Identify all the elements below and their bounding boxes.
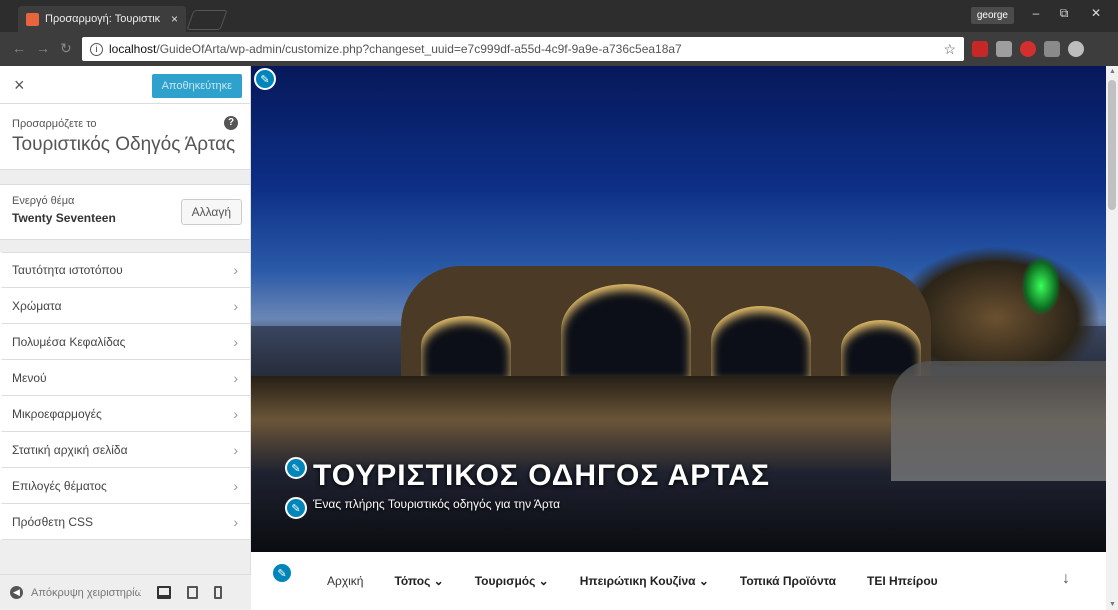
back-icon[interactable]: ← bbox=[12, 40, 26, 56]
edit-menu-pencil-icon[interactable]: ✎ bbox=[271, 562, 293, 584]
extension-red-icon[interactable] bbox=[972, 41, 988, 57]
chevron-right-icon: › bbox=[233, 369, 238, 386]
browser-toolbar: ← → ↻ i localhost/GuideOfArta/wp-admin/c… bbox=[0, 32, 1118, 66]
chevron-right-icon: › bbox=[233, 262, 238, 278]
panel-label: Στατική αρχική σελίδα bbox=[12, 442, 128, 457]
hide-controls-button[interactable]: Απόκρυψη χειριστηρίων bbox=[31, 587, 141, 599]
menu-item-tourism[interactable]: Τουρισμός ⌄ bbox=[475, 574, 549, 588]
active-theme-section: Ενεργό θέμα Twenty Seventeen Αλλαγή bbox=[0, 184, 250, 240]
site-info-icon[interactable]: i bbox=[90, 42, 103, 56]
panel-label: Επιλογές θέματος bbox=[12, 478, 107, 493]
change-theme-button[interactable]: Αλλαγή bbox=[180, 199, 242, 225]
bookmark-star-icon[interactable]: ☆ bbox=[943, 41, 956, 58]
arta-bridge bbox=[401, 266, 931, 376]
panel-colors[interactable]: Χρώματα › bbox=[0, 288, 250, 324]
tablet-preview-icon[interactable] bbox=[187, 586, 198, 599]
site-title[interactable]: ΤΟΥΡΙΣΤΙΚΟΣ ΟΔΗΓΟΣ ΑΡΤΑΣ bbox=[313, 459, 770, 493]
chevron-right-icon: › bbox=[233, 333, 238, 350]
menu-item-tei-epirus[interactable]: ΤΕΙ Ηπείρου bbox=[867, 574, 938, 588]
extension-puzzle-icon[interactable] bbox=[1044, 41, 1060, 57]
extension-cloud-icon[interactable] bbox=[1068, 41, 1084, 57]
restore-button[interactable]: ⧉ bbox=[1050, 4, 1078, 22]
site-name: Τουριστικός Οδηγός Άρτας bbox=[12, 134, 236, 155]
chevron-right-icon: › bbox=[233, 477, 238, 494]
menu-item-home[interactable]: Αρχική bbox=[327, 574, 363, 588]
menu-item-place[interactable]: Τόπος ⌄ bbox=[394, 574, 443, 588]
desktop-preview-icon[interactable] bbox=[157, 586, 171, 599]
panel-label: Πολυμέσα Κεφαλίδας bbox=[12, 334, 126, 349]
header-image: ✎ ✎ ✎ ΤΟΥΡΙΣΤΙΚΟΣ ΟΔΗΓΟΣ ΑΡΤΑΣ Ένας πλήρ… bbox=[251, 66, 1106, 552]
mobile-preview-icon[interactable] bbox=[214, 586, 222, 599]
panel-theme-options[interactable]: Επιλογές θέματος › bbox=[0, 468, 250, 504]
reload-icon[interactable]: ↻ bbox=[60, 40, 72, 57]
address-bar[interactable]: i localhost/GuideOfArta/wp-admin/customi… bbox=[82, 37, 964, 61]
site-favicon-icon bbox=[26, 12, 39, 26]
panel-label: Μικροεφαρμογές bbox=[12, 406, 102, 421]
collapse-sidebar-icon[interactable]: ◀ bbox=[10, 586, 23, 599]
site-preview: ✎ ✎ ✎ ΤΟΥΡΙΣΤΙΚΟΣ ΟΔΗΓΟΣ ΑΡΤΑΣ Ένας πλήρ… bbox=[251, 66, 1106, 610]
browser-titlebar: Προσαρμογή: Τουριστικ × george – ⧉ ✕ bbox=[0, 0, 1118, 32]
customizer-panel-list: Ταυτότητα ιστοτόπου › Χρώματα › Πολυμέσα Κ… bbox=[0, 252, 250, 540]
customizer-header: × Αποθηκεύτηκε bbox=[0, 66, 250, 104]
panel-static-front-page[interactable]: Στατική αρχική σελίδα › bbox=[0, 432, 250, 468]
panel-label: Πρόσθετη CSS bbox=[12, 514, 94, 529]
profile-button[interactable]: george bbox=[970, 7, 1014, 24]
help-icon[interactable]: ? bbox=[224, 116, 238, 130]
menu-item-local-products[interactable]: Τοπικά Προϊόντα bbox=[740, 574, 836, 588]
customizer-footer: ◀ Απόκρυψη χειριστηρίων bbox=[0, 574, 251, 610]
close-icon[interactable]: × bbox=[14, 75, 25, 96]
window-close-button[interactable]: ✕ bbox=[1082, 4, 1110, 22]
save-button[interactable]: Αποθηκεύτηκε bbox=[151, 74, 242, 98]
menu-item-epirus-cuisine[interactable]: Ηπειρώτικη Κουζίνα ⌄ bbox=[580, 574, 709, 588]
panel-label: Χρώματα bbox=[12, 298, 62, 313]
customizer-sidebar: × Αποθηκεύτηκε Προσαρμόζετε το Τουριστικ… bbox=[0, 66, 251, 610]
customizing-label: Προσαρμόζετε το bbox=[12, 118, 97, 130]
chevron-right-icon: › bbox=[233, 441, 238, 458]
edit-tagline-pencil-icon[interactable]: ✎ bbox=[285, 497, 307, 519]
forward-icon[interactable]: → bbox=[36, 40, 50, 56]
edit-title-pencil-icon[interactable]: ✎ bbox=[285, 457, 307, 479]
scrollbar-thumb[interactable] bbox=[1108, 80, 1116, 210]
scroll-down-arrow-icon[interactable]: ↓ bbox=[1062, 570, 1070, 588]
edit-header-pencil-icon[interactable]: ✎ bbox=[254, 68, 276, 90]
chevron-right-icon: › bbox=[233, 513, 238, 530]
site-description: Ένας πλήρης Τουριστικός οδηγός για την Ά… bbox=[313, 497, 561, 511]
tab-close-icon[interactable]: × bbox=[171, 12, 178, 26]
scroll-up-icon[interactable]: ▲ bbox=[1109, 68, 1116, 75]
panel-label: Μενού bbox=[12, 370, 47, 385]
panel-label: Ταυτότητα ιστοτόπου bbox=[12, 263, 123, 277]
url-path: /GuideOfArta/wp-admin/customize.php?chan… bbox=[156, 42, 682, 56]
url-host: localhost bbox=[109, 42, 157, 56]
panel-header-media[interactable]: Πολυμέσα Κεφαλίδας › bbox=[0, 324, 250, 360]
riverbank bbox=[891, 361, 1106, 481]
chevron-right-icon: › bbox=[233, 405, 238, 422]
preview-scrollbar[interactable]: ▲ ▼ bbox=[1106, 66, 1118, 610]
lit-palm bbox=[1021, 256, 1061, 316]
panel-additional-css[interactable]: Πρόσθετη CSS › bbox=[0, 504, 250, 540]
customizer-info: Προσαρμόζετε το Τουριστικός Οδηγός Άρτας… bbox=[0, 104, 250, 170]
browser-tab[interactable]: Προσαρμογή: Τουριστικ × bbox=[18, 6, 186, 32]
tab-title: Προσαρμογή: Τουριστικ bbox=[45, 13, 161, 25]
minimize-button[interactable]: – bbox=[1022, 4, 1050, 22]
panel-site-identity[interactable]: Ταυτότητα ιστοτόπου › bbox=[0, 252, 250, 288]
chevron-right-icon: › bbox=[233, 297, 238, 314]
panel-menus[interactable]: Μενού › bbox=[0, 360, 250, 396]
scroll-down-icon[interactable]: ▼ bbox=[1109, 601, 1116, 608]
site-navigation: ✎ Αρχική Τόπος ⌄ Τουρισμός ⌄ Ηπειρώτικη … bbox=[251, 552, 1106, 610]
screen: Προσαρμογή: Τουριστικ × george – ⧉ ✕ ← →… bbox=[0, 0, 1118, 610]
extension-s-icon[interactable] bbox=[996, 41, 1012, 57]
panel-widgets[interactable]: Μικροεφαρμογές › bbox=[0, 396, 250, 432]
extension-adblock-icon[interactable] bbox=[1020, 41, 1036, 57]
new-tab-button[interactable] bbox=[186, 10, 228, 30]
